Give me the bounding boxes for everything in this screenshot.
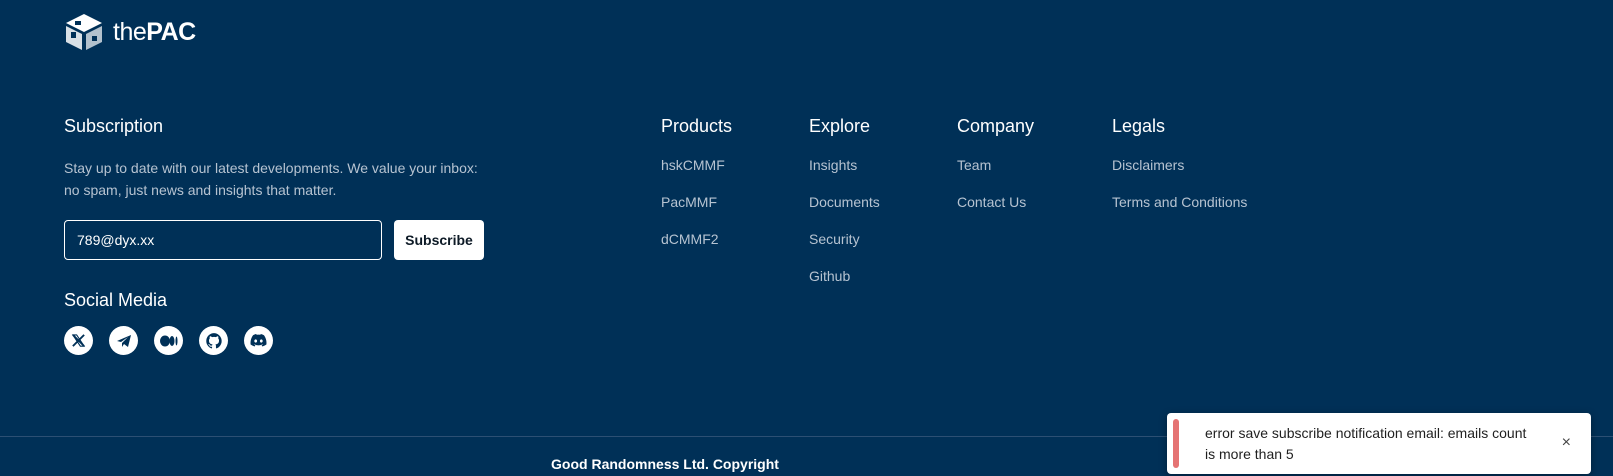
column-title: Company: [957, 116, 1035, 136]
footer-column-products: Products hskCMMF PacMMF dCMMF2: [661, 116, 732, 267]
column-title: Explore: [809, 116, 871, 136]
subscription-description: Stay up to date with our latest developm…: [64, 160, 478, 198]
footer-link-insights[interactable]: Insights: [809, 156, 880, 193]
footer-link-contact-us[interactable]: Contact Us: [957, 193, 1034, 230]
column-title: Products: [661, 116, 733, 136]
footer-link-disclaimers[interactable]: Disclaimers: [1112, 156, 1247, 193]
footer-link-security[interactable]: Security: [809, 230, 880, 267]
footer-link-github[interactable]: Github: [809, 267, 880, 304]
brand-name-main: PAC: [146, 17, 196, 46]
error-toast: error save subscribe notification email:…: [1167, 413, 1591, 474]
footer-link-terms-and-conditions[interactable]: Terms and Conditions: [1112, 193, 1247, 230]
footer-column-company: Company Team Contact Us: [957, 116, 1034, 230]
email-input[interactable]: [64, 220, 382, 260]
toast-message: error save subscribe notification email:…: [1205, 424, 1527, 462]
footer-column-legals: Legals Disclaimers Terms and Conditions: [1112, 116, 1247, 230]
x-twitter-icon[interactable]: [64, 326, 93, 355]
social-icons: [64, 326, 273, 355]
footer-link-documents[interactable]: Documents: [809, 193, 880, 230]
brand-logo[interactable]: thePAC: [63, 12, 196, 52]
cube-logo-icon: [66, 14, 102, 50]
social-media-title: Social Media: [64, 290, 168, 310]
footer-link-dcmmf2[interactable]: dCMMF2: [661, 230, 732, 267]
brand-name-prefix: the: [113, 17, 147, 46]
footer-link-hskcmmf[interactable]: hskCMMF: [661, 156, 732, 193]
medium-icon[interactable]: [154, 326, 183, 355]
column-title: Legals: [1112, 116, 1166, 136]
footer-link-pacmmf[interactable]: PacMMF: [661, 193, 732, 230]
footer-link-team[interactable]: Team: [957, 156, 1034, 193]
subscribe-button[interactable]: Subscribe: [394, 220, 484, 260]
toast-accent-bar: [1173, 419, 1179, 468]
subscription-title: Subscription: [64, 116, 164, 136]
discord-icon[interactable]: [244, 326, 273, 355]
copyright-text: Good Randomness Ltd. Copyright: [551, 456, 779, 472]
footer-column-explore: Explore Insights Documents Security Gith…: [809, 116, 880, 304]
telegram-icon[interactable]: [109, 326, 138, 355]
brand-name: thePAC: [113, 17, 196, 46]
close-icon[interactable]: ×: [1562, 435, 1571, 451]
github-icon[interactable]: [199, 326, 228, 355]
